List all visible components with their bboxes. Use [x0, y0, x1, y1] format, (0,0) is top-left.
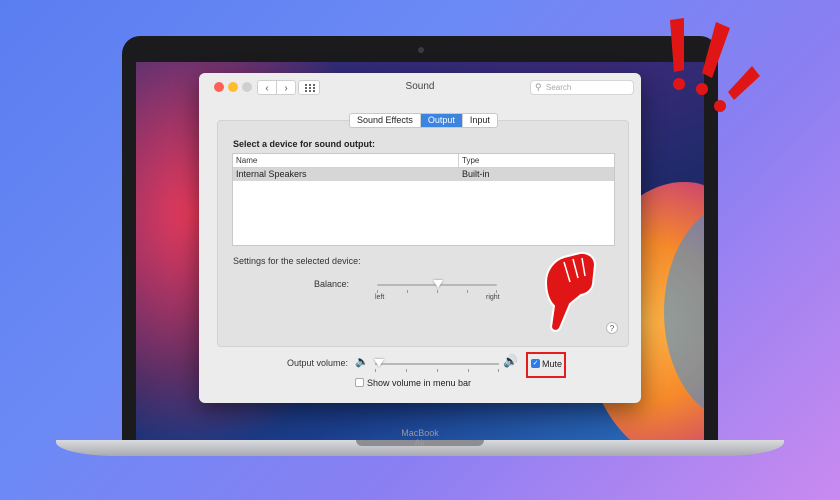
balance-left-label: left	[375, 294, 385, 301]
tab-output[interactable]: Output	[420, 114, 463, 127]
balance-label: Balance:	[314, 279, 350, 289]
speaker-low-icon: 🔈	[355, 356, 369, 368]
balance-slider-thumb[interactable]	[433, 280, 443, 288]
slider-tick	[406, 369, 407, 372]
slider-tick	[437, 290, 438, 293]
column-header-type[interactable]: Type	[462, 156, 479, 165]
slider-tick	[375, 369, 376, 372]
help-button[interactable]: ?	[606, 322, 618, 334]
settings-label: Settings for the selected device:	[233, 256, 361, 266]
camera	[418, 47, 424, 53]
slider-tick	[496, 290, 497, 293]
column-header-name[interactable]: Name	[236, 156, 257, 165]
device-name: Internal Speakers	[236, 169, 307, 179]
search-icon: ⚲	[535, 82, 542, 92]
slider-tick	[467, 290, 468, 293]
output-volume-label: Output volume:	[287, 358, 349, 368]
device-table: Name Type Internal Speakers Built-in	[232, 153, 615, 246]
mute-label: Mute	[542, 359, 563, 369]
slider-tick	[498, 369, 499, 372]
show-volume-checkbox[interactable]	[355, 378, 364, 387]
table-header: Name Type	[233, 154, 614, 168]
mute-checkbox[interactable]: ✓	[531, 359, 540, 368]
balance-slider[interactable]	[377, 280, 497, 293]
slider-tick	[437, 369, 438, 372]
search-placeholder: Search	[546, 83, 572, 92]
pointing-hand-icon	[544, 251, 597, 332]
column-divider	[458, 154, 459, 167]
table-row[interactable]: Internal Speakers Built-in	[233, 168, 614, 181]
select-device-label: Select a device for sound output:	[233, 139, 376, 149]
tab-sound-effects[interactable]: Sound Effects	[350, 114, 421, 127]
slider-tick	[407, 290, 408, 293]
tab-bar: Sound Effects Output Input	[349, 113, 498, 128]
sound-preferences-window: ‹ › Sound ⚲ Search Sound Effects Output …	[199, 73, 641, 403]
exclamation-marks-icon	[670, 18, 760, 112]
balance-right-label: right	[486, 294, 500, 301]
show-volume-label: Show volume in menu bar	[367, 378, 472, 388]
tab-input[interactable]: Input	[463, 114, 497, 127]
title-bar: ‹ › Sound ⚲ Search	[199, 73, 641, 101]
output-volume-slider[interactable]	[374, 359, 499, 372]
slider-tick	[377, 290, 378, 293]
laptop-brand: MacBook Air	[401, 428, 439, 448]
volume-slider-thumb[interactable]	[374, 359, 384, 367]
slider-tick	[468, 369, 469, 372]
search-input[interactable]: ⚲ Search	[530, 80, 634, 95]
speaker-high-icon: 🔊	[503, 354, 518, 368]
device-type: Built-in	[462, 169, 490, 179]
